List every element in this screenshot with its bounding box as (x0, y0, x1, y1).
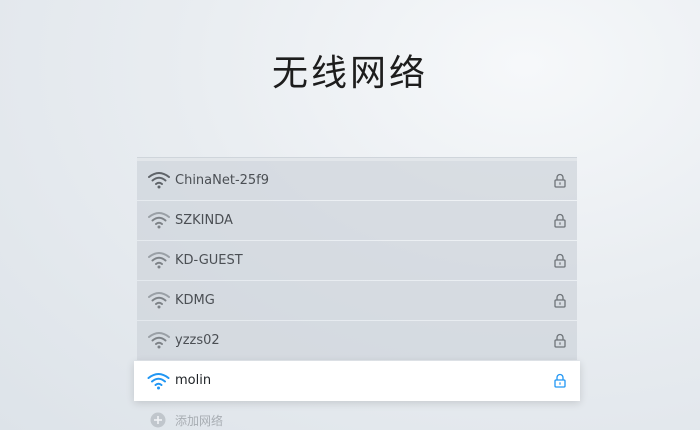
network-name: molin (175, 373, 212, 388)
network-name: KDMG (175, 293, 215, 308)
wifi-icon (148, 252, 170, 269)
lock-icon (554, 293, 566, 308)
lock-icon (554, 373, 566, 388)
network-item-kdmg[interactable]: KDMG (137, 281, 577, 320)
wifi-icon (148, 332, 170, 349)
add-network-button[interactable]: 添加网络 (137, 402, 577, 430)
lock-icon (554, 253, 566, 268)
network-name: yzzs02 (175, 333, 220, 348)
network-name: KD-GUEST (175, 253, 243, 268)
network-item-yzzs02[interactable]: yzzs02 (137, 321, 577, 360)
network-item-kd-guest[interactable]: KD-GUEST (137, 241, 577, 280)
network-item-chinanet-25f9[interactable]: ChinaNet-25f9 (137, 161, 577, 200)
network-name: SZKINDA (175, 213, 233, 228)
add-network-label: 添加网络 (175, 414, 224, 428)
network-list: ChinaNet-25f9 SZKINDA KD-GUEST KDMG yzzs… (134, 157, 580, 430)
network-item-molin[interactable]: molin (134, 361, 580, 401)
network-item-szkinda[interactable]: SZKINDA (137, 201, 577, 240)
lock-icon (554, 333, 566, 348)
wifi-icon (148, 172, 170, 189)
lock-icon (554, 213, 566, 228)
lock-icon (554, 173, 566, 188)
plus-circle-icon (150, 412, 166, 428)
network-name: ChinaNet-25f9 (175, 173, 270, 188)
page-title: 无线网络 (271, 53, 428, 94)
wifi-icon (147, 373, 170, 390)
wifi-icon (148, 292, 170, 309)
wifi-icon (148, 212, 170, 229)
